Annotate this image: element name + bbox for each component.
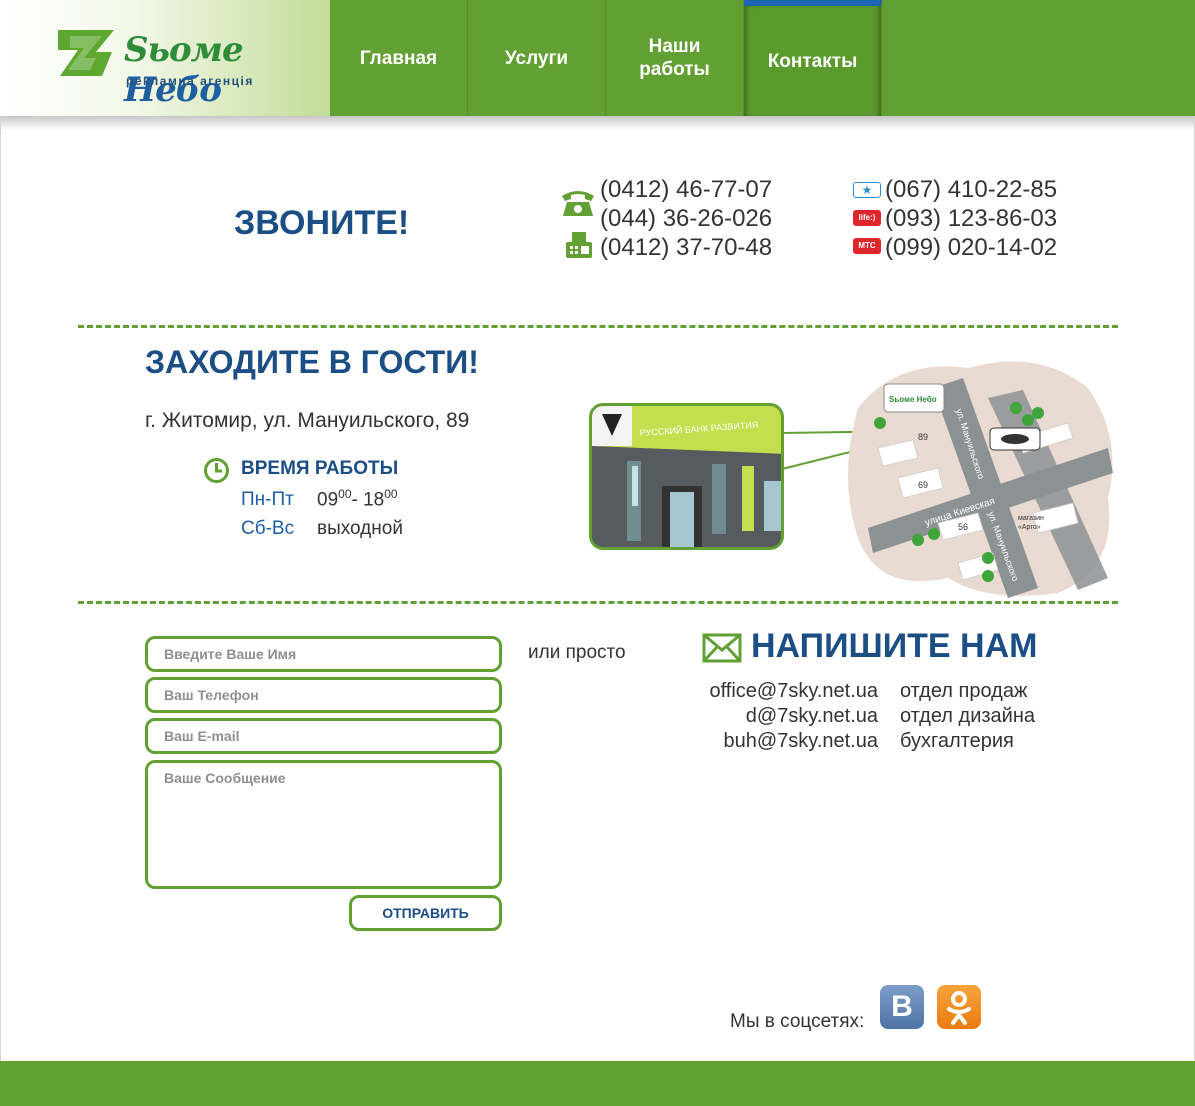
odnoklassniki-icon[interactable] xyxy=(937,985,981,1029)
envelope-icon xyxy=(702,633,742,663)
message-textarea[interactable] xyxy=(145,760,502,889)
weekdays-hours: 0900- 1800 xyxy=(317,487,398,511)
phone-number: (0412) 46-77-07 xyxy=(600,176,773,203)
fax-icon xyxy=(566,232,592,258)
call-title: ЗВОНИТЕ! xyxy=(234,204,410,242)
office-photo-image: РУССКИЙ БАНК РАЗВИТИЯ xyxy=(592,406,781,547)
department-list: отдел продаж отдел дизайна бухгалтерия xyxy=(900,679,1035,754)
location-map[interactable]: 89 69 56 улица Киевская ул. Мануильского… xyxy=(838,348,1118,600)
weekend-hours: выходной xyxy=(317,518,403,539)
department-label: отдел дизайна xyxy=(900,705,1036,727)
phone-number: (093) 123-86-03 xyxy=(885,205,1058,232)
visit-title: ЗАХОДИТЕ В ГОСТИ! xyxy=(145,344,479,380)
send-button[interactable]: ОТПРАВИТЬ xyxy=(349,895,502,931)
svg-text:«Арго»: «Арго» xyxy=(1018,524,1041,531)
vk-glyph: B xyxy=(891,990,913,1023)
nav-item-services[interactable]: Услуги xyxy=(468,0,606,116)
svg-text:Sьоме Небо: Sьоме Небо xyxy=(889,395,937,404)
svg-text:69: 69 xyxy=(918,480,928,490)
svg-text:56: 56 xyxy=(958,522,968,532)
phone-number: (099) 020-14-02 xyxy=(885,234,1058,261)
vk-icon[interactable]: B xyxy=(880,985,924,1029)
logo-subtitle: рекламна агенція xyxy=(126,74,254,88)
email-list: office@7sky.net.ua d@7sky.net.ua buh@7sk… xyxy=(640,679,878,754)
odnoklassniki-glyph xyxy=(947,991,971,1025)
phone-icon xyxy=(562,191,594,216)
main-nav: Главная Услуги Наши работы Контакты xyxy=(330,0,882,116)
logo-mark-icon xyxy=(58,30,114,76)
email-input[interactable] xyxy=(145,718,502,754)
site-header: Sьоме Небо рекламна агенція Главная Услу… xyxy=(0,0,1195,116)
mts-icon: МТС xyxy=(853,238,881,254)
clock-icon xyxy=(204,458,229,483)
section-divider xyxy=(78,325,1118,328)
email-link[interactable]: buh@7sky.net.ua xyxy=(640,729,878,754)
social-label: Мы в соцсетях: xyxy=(730,1011,865,1032)
weekend-label: Сб-Вс xyxy=(241,518,295,539)
landline-phones: (0412) 46-77-07 (044) 36-26-026 (0412) 3… xyxy=(600,175,772,262)
email-link[interactable]: office@7sky.net.ua xyxy=(640,679,878,704)
hours-title: ВРЕМЯ РАБОТЫ xyxy=(241,458,399,479)
department-label: бухгалтерия xyxy=(900,730,1014,752)
svg-text:89: 89 xyxy=(918,432,928,442)
fax-number: (0412) 37-70-48 xyxy=(600,234,773,261)
department-label: отдел продаж xyxy=(900,680,1028,702)
svg-text:магазин: магазин xyxy=(1018,515,1044,522)
nav-item-contacts[interactable]: Контакты xyxy=(744,0,882,116)
section-divider xyxy=(78,601,1118,604)
logo-name: Sьоме Небо xyxy=(124,30,244,110)
name-input[interactable] xyxy=(145,636,502,672)
weekdays-label: Пн-Пт xyxy=(241,489,294,510)
nav-item-works[interactable]: Наши работы xyxy=(606,0,744,116)
life-icon: life:) xyxy=(853,210,881,226)
write-title: НАПИШИТЕ НАМ xyxy=(751,627,1038,665)
address: г. Житомир, ул. Мануильского, 89 xyxy=(145,409,470,432)
office-photo: РУССКИЙ БАНК РАЗВИТИЯ xyxy=(589,403,784,550)
nav-item-home[interactable]: Главная xyxy=(330,0,468,116)
phone-number: (044) 36-26-026 xyxy=(600,205,773,232)
logo[interactable]: Sьоме Небо рекламна агенція xyxy=(0,0,330,116)
kyivstar-icon: ★ xyxy=(853,182,881,198)
or-text: или просто xyxy=(528,642,626,663)
mobile-phones: (067) 410-22-85 (093) 123-86-03 (099) 02… xyxy=(885,175,1057,262)
phone-input[interactable] xyxy=(145,677,502,713)
phone-number: (067) 410-22-85 xyxy=(885,176,1058,203)
site-footer xyxy=(0,1061,1195,1106)
email-link[interactable]: d@7sky.net.ua xyxy=(640,704,878,729)
nav-item-works-label: Наши работы xyxy=(639,36,710,80)
